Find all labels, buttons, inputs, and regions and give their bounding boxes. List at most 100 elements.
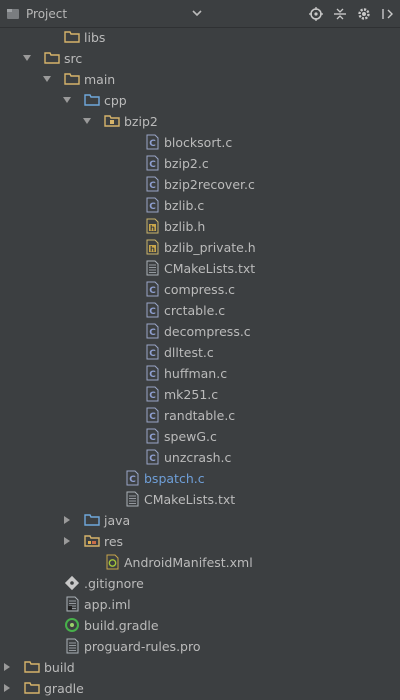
tree-node[interactable]: Chuffman.c <box>0 363 400 384</box>
c-file-icon: C <box>146 365 159 381</box>
svg-text:C: C <box>149 202 156 212</box>
project-view-selector[interactable]: Project <box>6 6 67 22</box>
expanded-arrow-icon[interactable] <box>22 53 32 63</box>
package-folder-icon <box>104 115 120 127</box>
tree-node[interactable]: Cdlltest.c <box>0 342 400 363</box>
tree-node[interactable]: AndroidManifest.xml <box>0 552 400 573</box>
tree-node-label: spewG.c <box>164 429 217 444</box>
expanded-arrow-icon[interactable] <box>42 74 52 84</box>
project-view-icon <box>7 9 19 19</box>
tree-node-label: huffman.c <box>164 366 228 381</box>
svg-text:C: C <box>149 160 156 170</box>
c-file-icon: C <box>146 344 159 360</box>
tree-node-label: java <box>104 513 131 528</box>
tree-node[interactable]: build.gradle <box>0 615 400 636</box>
tree-node-label: res <box>104 534 124 549</box>
tree-node[interactable]: Cunzcrash.c <box>0 447 400 468</box>
tree-node[interactable]: res <box>0 531 400 552</box>
collapsed-arrow-icon[interactable] <box>2 683 12 693</box>
tree-node[interactable]: src <box>0 48 400 69</box>
svg-text:C: C <box>149 454 156 464</box>
tree-node[interactable]: Cbzlib.c <box>0 195 400 216</box>
tree-node[interactable]: app.iml <box>0 594 400 615</box>
svg-text:C: C <box>129 475 136 485</box>
gradle-icon <box>65 618 79 632</box>
iml-file-icon <box>66 596 79 612</box>
svg-text:C: C <box>149 349 156 359</box>
tree-node-label: decompress.c <box>164 324 251 339</box>
tree-node[interactable]: cpp <box>0 90 400 111</box>
folder-icon <box>64 73 80 85</box>
tree-node-label: src <box>64 51 83 66</box>
project-toolbar: Project <box>0 0 400 28</box>
collapsed-arrow-icon[interactable] <box>62 515 72 525</box>
git-icon <box>64 575 80 591</box>
tree-node[interactable]: CMakeLists.txt <box>0 489 400 510</box>
svg-text:C: C <box>149 307 156 317</box>
tree-node-label: CMakeLists.txt <box>164 261 256 276</box>
tree-node[interactable]: Ccompress.c <box>0 279 400 300</box>
tree-node-label: bzip2recover.c <box>164 177 255 192</box>
expanded-arrow-icon[interactable] <box>62 95 72 105</box>
collapsed-arrow-icon[interactable] <box>2 662 12 672</box>
tree-node[interactable]: h bzlib.h <box>0 216 400 237</box>
tree-node[interactable]: CMakeLists.txt <box>0 258 400 279</box>
tree-node-label: build <box>44 660 75 675</box>
tree-node[interactable]: Crandtable.c <box>0 405 400 426</box>
collapsed-arrow-icon[interactable] <box>62 536 72 546</box>
tree-node[interactable]: .gitignore <box>0 573 400 594</box>
tree-node[interactable]: main <box>0 69 400 90</box>
manifest-icon <box>106 554 119 570</box>
locate-file-icon[interactable] <box>308 6 324 22</box>
c-file-icon: C <box>146 449 159 465</box>
tree-node[interactable]: CspewG.c <box>0 426 400 447</box>
toolbar-actions <box>308 6 396 22</box>
tree-node[interactable]: h bzlib_private.h <box>0 237 400 258</box>
tree-node[interactable]: build <box>0 657 400 678</box>
c-file-icon: C <box>146 428 159 444</box>
tree-node-label: bzlib_private.h <box>164 240 256 255</box>
project-title: Project <box>26 7 68 21</box>
source-folder-icon <box>84 514 100 526</box>
tree-node[interactable]: gradle <box>0 678 400 699</box>
h-file-icon: h <box>146 239 159 255</box>
text-file-icon <box>146 260 159 276</box>
tree-node-label: mk251.c <box>164 387 219 402</box>
c-file-icon: C <box>146 323 159 339</box>
tree-node-label: CMakeLists.txt <box>144 492 236 507</box>
svg-text:C: C <box>149 328 156 338</box>
svg-text:C: C <box>149 139 156 149</box>
tree-node-label: bzlib.c <box>164 198 205 213</box>
svg-text:h: h <box>150 245 155 253</box>
tree-node-label: build.gradle <box>84 618 159 633</box>
tree-node[interactable]: bzip2 <box>0 111 400 132</box>
hide-panel-icon[interactable] <box>380 6 396 22</box>
tree-node[interactable]: Cbzip2recover.c <box>0 174 400 195</box>
tree-node-label: cpp <box>104 93 127 108</box>
tree-node-label: .gitignore <box>84 576 144 591</box>
c-file-icon: C <box>146 134 159 150</box>
tree-node-label: proguard-rules.pro <box>84 639 201 654</box>
tree-node[interactable]: proguard-rules.pro <box>0 636 400 657</box>
chevron-down-icon[interactable] <box>190 6 204 20</box>
tree-node[interactable]: Cbzip2.c <box>0 153 400 174</box>
tree-node-label: main <box>84 72 116 87</box>
tree-node[interactable]: Ccrctable.c <box>0 300 400 321</box>
gear-icon[interactable] <box>356 6 372 22</box>
svg-text:C: C <box>149 412 156 422</box>
tree-node-label: gradle <box>44 681 84 696</box>
tree-node-label: unzcrash.c <box>164 450 232 465</box>
folder-icon <box>24 661 40 673</box>
tree-node[interactable]: libs <box>0 28 400 48</box>
collapse-all-icon[interactable] <box>332 6 348 22</box>
tree-node[interactable]: Cmk251.c <box>0 384 400 405</box>
c-file-icon: C <box>146 281 159 297</box>
tree-node[interactable]: Cdecompress.c <box>0 321 400 342</box>
expanded-arrow-icon[interactable] <box>82 116 92 126</box>
tree-node[interactable]: Cbspatch.c <box>0 468 400 489</box>
tree-node[interactable]: java <box>0 510 400 531</box>
tree-node-label: bzip2.c <box>164 156 209 171</box>
c-file-icon: C <box>146 197 159 213</box>
tree-node[interactable]: Cblocksort.c <box>0 132 400 153</box>
tree-node-label: dlltest.c <box>164 345 214 360</box>
